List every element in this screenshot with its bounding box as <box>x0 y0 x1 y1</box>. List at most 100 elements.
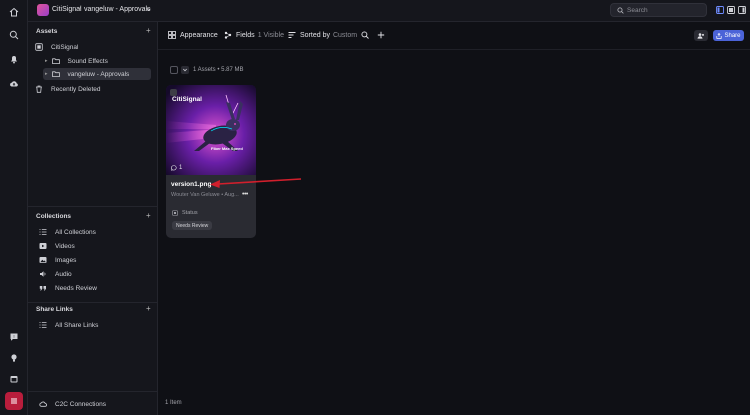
search-icon <box>617 7 624 14</box>
fields-label: Fields <box>236 31 255 39</box>
sidebar-item-needs-review[interactable]: Needs Review <box>39 282 97 294</box>
sidebar-item-c2c-connections[interactable]: C2C Connections <box>39 398 106 410</box>
chevron-down-icon[interactable] <box>145 6 152 13</box>
asset-select-checkbox[interactable] <box>170 89 177 96</box>
add-collection-icon[interactable]: + <box>146 212 151 220</box>
chevron-right-icon[interactable]: ▸ <box>45 71 48 77</box>
fields-button[interactable]: Fields 1 Visible <box>224 31 284 39</box>
main-content: Appearance Fields 1 Visible Sorted by Cu… <box>158 22 750 415</box>
search-box[interactable] <box>610 3 707 17</box>
asset-thumbnail[interactable]: CitiSignal Fiber Max Speed <box>166 85 256 175</box>
people-icon[interactable] <box>694 30 708 41</box>
add-share-link-icon[interactable]: + <box>146 305 151 313</box>
calendar-icon[interactable] <box>8 373 20 385</box>
panel-left-icon[interactable] <box>716 6 724 14</box>
comment-count-label: 1 <box>179 165 183 171</box>
collections-header: Collections <box>36 213 72 220</box>
status-field: Status <box>172 210 198 216</box>
home-icon[interactable] <box>8 6 20 18</box>
appearance-button[interactable]: Appearance <box>168 31 218 39</box>
thumbnail-brand: CitiSignal <box>172 96 202 103</box>
grid-icon <box>168 31 176 39</box>
sidebar-item-label: Videos <box>55 242 75 250</box>
sort-button[interactable]: Sorted by Custom <box>288 31 357 39</box>
chat-help-icon[interactable]: ! <box>8 331 20 343</box>
item-count: 1 Item <box>165 400 182 406</box>
sidebar: Assets + CitiSignal ▸ Sound Effects ▸ va… <box>28 22 158 415</box>
add-icon[interactable] <box>377 31 385 39</box>
asset-filename[interactable]: version1.png <box>171 181 211 188</box>
org-logo[interactable] <box>37 4 49 16</box>
annotation-arrow <box>210 178 302 188</box>
panel-center-icon[interactable] <box>727 6 735 14</box>
more-options-icon[interactable]: ••• <box>242 191 248 198</box>
svg-text:!: ! <box>13 334 14 339</box>
sidebar-item-images[interactable]: Images <box>39 254 76 266</box>
sidebar-item-label: Images <box>55 256 77 264</box>
breadcrumb-separator: / <box>79 6 81 13</box>
sidebar-divider <box>28 302 158 303</box>
list-icon <box>39 228 47 236</box>
folder-icon <box>51 57 60 65</box>
select-menu-chevron-icon[interactable] <box>181 66 189 74</box>
search-input[interactable] <box>627 6 703 15</box>
sidebar-item-audio[interactable]: Audio <box>39 268 72 280</box>
thumbnail-caption: Fiber Max Speed <box>211 146 243 151</box>
comment-icon <box>171 165 177 171</box>
sidebar-item-recently-deleted[interactable]: Recently Deleted <box>35 83 101 95</box>
org-icon <box>35 43 43 51</box>
bell-icon[interactable] <box>8 53 20 65</box>
cloud-upload-icon[interactable] <box>8 78 20 90</box>
sidebar-item-all-collections[interactable]: All Collections <box>39 226 96 238</box>
sidebar-item-label: vangeluw - Approvals <box>67 70 130 78</box>
cloud-icon <box>39 400 47 408</box>
status-badge[interactable]: Needs Review <box>172 221 213 230</box>
appearance-label: Appearance <box>180 31 218 39</box>
fields-visible-count: 1 Visible <box>257 31 285 39</box>
asset-count: 1 Assets • 5.87 MB <box>193 67 244 73</box>
left-rail: ! <box>0 0 28 415</box>
view-toolbar: Appearance Fields 1 Visible Sorted by Cu… <box>158 22 750 50</box>
sidebar-item-all-share-links[interactable]: All Share Links <box>39 319 98 331</box>
sidebar-item-label: CitiSignal <box>51 43 79 51</box>
app-switcher-icon[interactable] <box>5 392 23 410</box>
share-button[interactable]: Share <box>713 30 744 41</box>
status-label: Status <box>182 210 198 216</box>
sidebar-item-label: Sound Effects <box>67 57 108 65</box>
sidebar-item-citisignal[interactable]: CitiSignal <box>35 41 78 53</box>
select-all-checkbox[interactable] <box>170 66 178 74</box>
share-label: Share <box>724 32 741 39</box>
sidebar-divider <box>28 206 158 207</box>
sidebar-item-approvals[interactable]: ▸ vangeluw - Approvals <box>43 68 151 80</box>
chevron-right-icon[interactable]: ▸ <box>45 58 48 64</box>
list-icon <box>39 321 47 329</box>
sort-value: Custom <box>332 31 358 39</box>
folder-icon <box>51 70 60 78</box>
comment-count[interactable]: 1 <box>171 165 182 171</box>
fields-icon <box>224 31 232 39</box>
breadcrumb-org[interactable]: CitiSignal <box>52 6 82 13</box>
sidebar-item-label: Recently Deleted <box>51 85 101 93</box>
sidebar-divider <box>28 391 158 392</box>
trash-icon <box>35 85 43 93</box>
image-icon <box>39 256 47 264</box>
search-icon[interactable] <box>8 29 20 41</box>
share-links-header: Share Links <box>36 306 73 313</box>
assets-header: Assets <box>36 28 58 35</box>
quote-icon <box>39 284 47 292</box>
lightbulb-icon[interactable] <box>8 352 20 364</box>
breadcrumb-workspace[interactable]: vangeluw - Approvals <box>84 6 151 13</box>
sidebar-item-videos[interactable]: Videos <box>39 240 75 252</box>
panel-right-icon[interactable] <box>738 6 746 14</box>
add-asset-icon[interactable]: + <box>146 27 151 35</box>
asset-card[interactable]: CitiSignal Fiber Max Speed 1 version1.pn… <box>166 85 256 238</box>
search-icon[interactable] <box>361 31 369 39</box>
sidebar-item-label: Needs Review <box>55 284 97 292</box>
sidebar-item-label: C2C Connections <box>55 400 106 408</box>
share-icon <box>716 32 723 39</box>
sidebar-item-sound-effects[interactable]: ▸ Sound Effects <box>45 55 108 67</box>
status-icon <box>172 210 178 216</box>
sort-icon <box>288 32 296 38</box>
top-bar: CitiSignal / vangeluw - Approvals <box>28 0 750 22</box>
asset-meta: Wouter Van Geluwe • Aug... <box>171 192 239 198</box>
